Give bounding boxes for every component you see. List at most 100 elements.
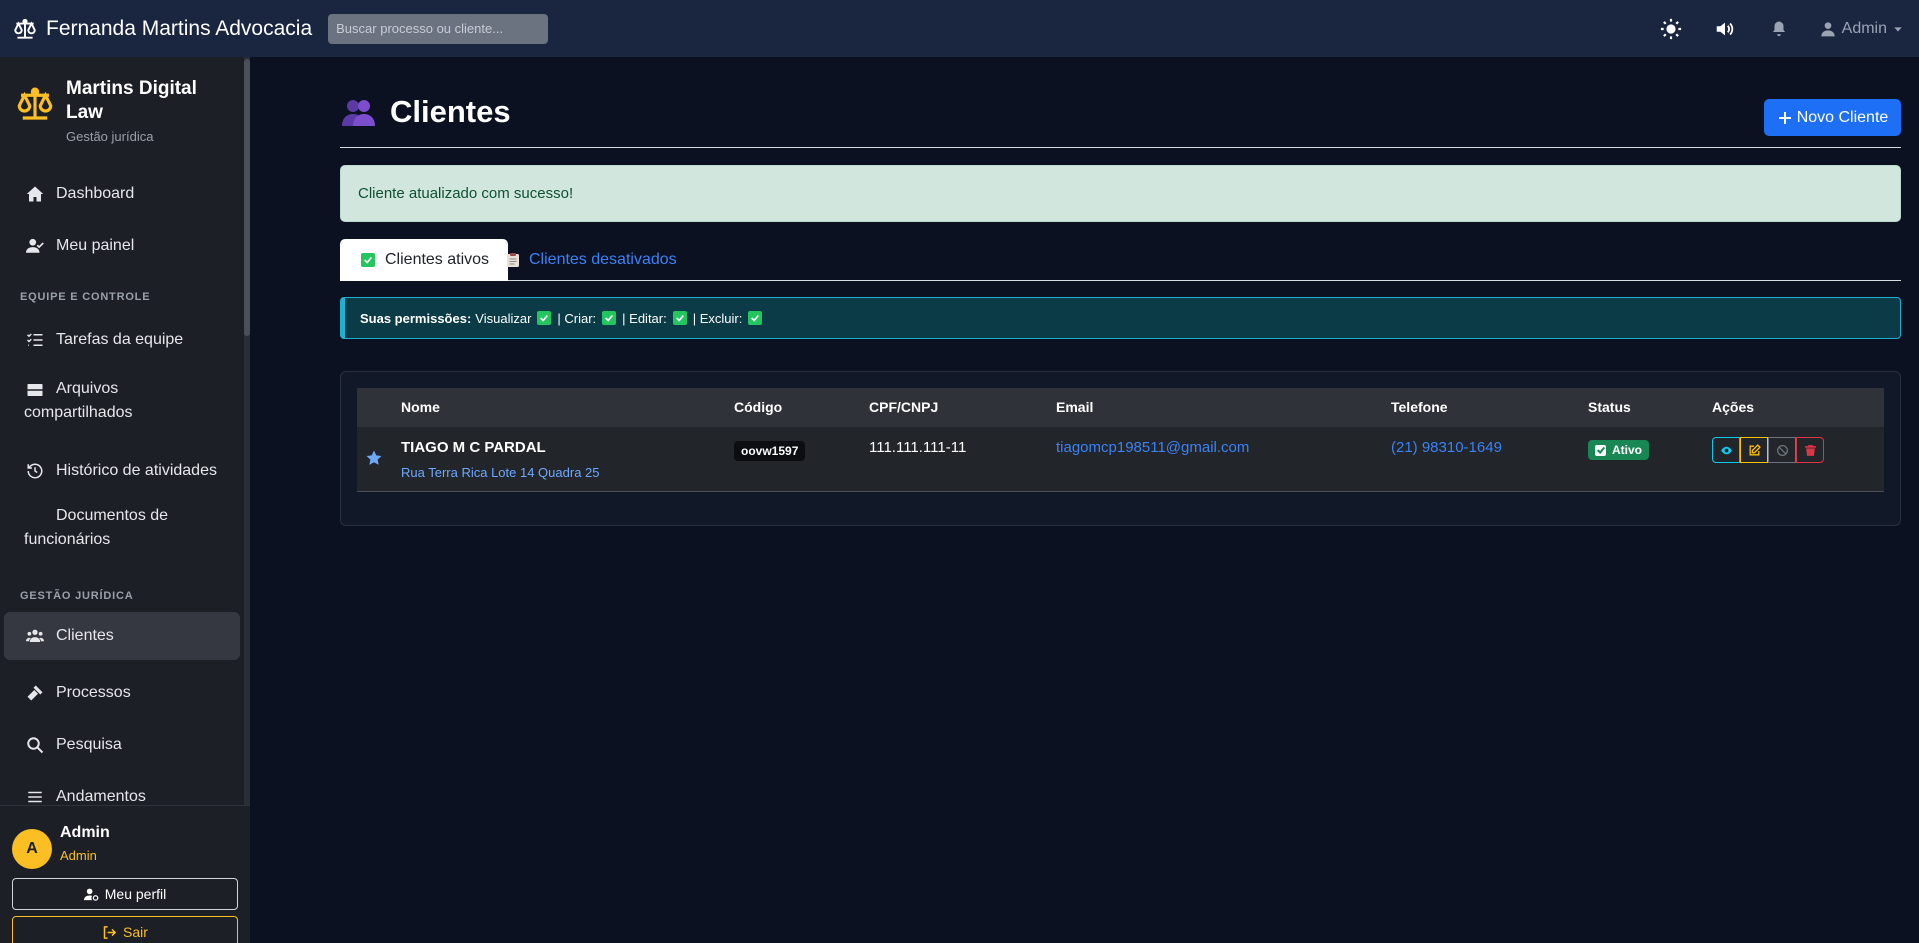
permission-delete-label: | Excluir: <box>692 310 743 326</box>
sidebar-brand: Martins Digital Law Gestão jurídica <box>14 77 216 144</box>
column-header-nome[interactable]: Nome <box>401 399 440 415</box>
app-brand-label: Fernanda Martins Advocacia <box>46 16 313 40</box>
delete-button[interactable] <box>1796 437 1824 463</box>
scale-icon <box>14 18 36 39</box>
bars-icon <box>24 787 46 807</box>
sidebar-item-label: Tarefas da equipe <box>56 331 184 348</box>
logout-icon <box>103 925 117 939</box>
profile-button[interactable]: Meu perfil <box>12 878 238 910</box>
search-input[interactable] <box>328 13 549 44</box>
view-button[interactable] <box>1712 437 1740 463</box>
success-alert: Cliente atualizado com sucesso! <box>340 165 1901 222</box>
client-cpf: 111.111.111-11 <box>869 439 967 456</box>
column-header-cpf[interactable]: CPF/CNPJ <box>869 399 938 415</box>
tab-clientes-ativos[interactable]: Clientes ativos <box>340 239 509 281</box>
bell-icon[interactable] <box>1766 16 1792 42</box>
permission-edit-label: | Editar: <box>622 310 667 326</box>
plus-icon <box>1778 111 1791 124</box>
search-icon <box>24 735 46 755</box>
user-check-icon <box>24 236 46 256</box>
admin-label: Admin <box>1841 19 1887 37</box>
check-box-icon <box>602 311 617 325</box>
check-box-icon <box>537 311 552 325</box>
gavel-icon <box>24 683 46 703</box>
page-title: Clientes <box>340 94 511 130</box>
sidebar-user-panel: A Admin Admin Meu perfil Sair <box>0 805 250 943</box>
tab-label: Clientes desativados <box>529 251 677 268</box>
scrollbar-thumb[interactable] <box>244 59 250 336</box>
client-phone-link[interactable]: (21) 98310-1649 <box>1391 439 1502 456</box>
people-icon <box>342 100 375 126</box>
status-label: Ativo <box>1612 443 1642 457</box>
sidebar-item-arquivos[interactable]: Arquivos compartilhados <box>4 377 240 437</box>
avatar[interactable]: A <box>12 829 52 869</box>
check-box-icon <box>361 253 375 267</box>
users-icon <box>24 626 46 646</box>
scale-icon <box>17 87 53 120</box>
column-header-telefone[interactable]: Telefone <box>1391 399 1448 415</box>
user-gear-icon <box>83 888 99 901</box>
user-name: Admin <box>60 824 110 841</box>
user-role: Admin <box>60 848 97 863</box>
sidebar-item-label: Pesquisa <box>56 736 122 753</box>
new-client-label: Novo Cliente <box>1796 108 1889 126</box>
clients-table: Nome Código CPF/CNPJ Email Telefone Stat… <box>357 388 1884 492</box>
sidebar-item-processos[interactable]: Processos <box>4 673 240 713</box>
logout-button[interactable]: Sair <box>12 916 238 943</box>
tab-clientes-desativados[interactable]: Clientes desativados <box>486 239 696 281</box>
volume-icon[interactable] <box>1712 16 1738 42</box>
permission-view-label: Visualizar <box>475 310 532 326</box>
table-row[interactable]: TIAGO M C PARDAL Rua Terra Rica Lote 14 … <box>357 427 1884 492</box>
deactivate-button[interactable] <box>1768 437 1796 463</box>
sidebar-brand-subtitle: Gestão jurídica <box>66 129 154 144</box>
sidebar-item-label: Dashboard <box>56 185 135 202</box>
theme-toggle-icon[interactable] <box>1658 16 1684 42</box>
column-header-email[interactable]: Email <box>1056 399 1093 415</box>
permissions-prefix: Suas permissões: <box>360 310 472 326</box>
client-address: Rua Terra Rica Lote 14 Quadra 25 <box>401 465 600 480</box>
sidebar-item-label: Documentos de funcionários <box>24 507 169 548</box>
history-icon <box>24 461 46 481</box>
sidebar-item-pesquisa[interactable]: Pesquisa <box>4 725 240 765</box>
sidebar-item-dashboard[interactable]: Dashboard <box>4 174 240 214</box>
section-label-equipe: EQUIPE E CONTROLE <box>20 291 151 303</box>
sidebar-item-label: Histórico de atividades <box>56 462 217 479</box>
list-check-icon <box>24 330 46 350</box>
check-box-icon <box>748 311 763 325</box>
success-alert-text: Cliente atualizado com sucesso! <box>358 185 574 202</box>
star-icon[interactable] <box>365 449 383 467</box>
table-header: Nome Código CPF/CNPJ Email Telefone Stat… <box>357 388 1884 427</box>
profile-button-label: Meu perfil <box>104 886 167 902</box>
new-client-button[interactable]: Novo Cliente <box>1764 99 1901 136</box>
sidebar-item-label: Clientes <box>56 627 114 644</box>
caret-down-icon <box>1894 26 1902 31</box>
client-tabs: Clientes ativos Clientes desativados <box>340 239 1901 281</box>
column-header-status[interactable]: Status <box>1588 399 1631 415</box>
ban-icon <box>1776 444 1788 456</box>
sidebar: Martins Digital Law Gestão jurídica Dash… <box>0 57 250 943</box>
sidebar-scrollbar[interactable] <box>244 57 250 862</box>
column-header-codigo[interactable]: Código <box>734 399 782 415</box>
client-name[interactable]: TIAGO M C PARDAL <box>401 439 546 456</box>
client-email-link[interactable]: tiagomcp198511@gmail.com <box>1056 439 1249 456</box>
sidebar-item-label: Processos <box>56 684 131 701</box>
clients-card: Nome Código CPF/CNPJ Email Telefone Stat… <box>340 371 1901 526</box>
check-box-icon <box>672 311 687 325</box>
sidebar-item-tarefas[interactable]: Tarefas da equipe <box>4 320 240 360</box>
row-actions <box>1712 437 1824 463</box>
home-icon <box>24 184 46 204</box>
app-brand[interactable]: Fernanda Martins Advocacia <box>12 16 312 42</box>
sidebar-item-meu-painel[interactable]: Meu painel <box>4 226 240 266</box>
admin-dropdown[interactable]: Admin <box>1820 20 1903 38</box>
sidebar-item-historico[interactable]: Histórico de atividades <box>4 451 240 491</box>
edit-button[interactable] <box>1740 437 1768 463</box>
status-badge: Ativo <box>1588 440 1649 460</box>
section-label-gestao: GESTÃO JURÍDICA <box>20 590 134 602</box>
sidebar-item-clientes[interactable]: Clientes <box>4 612 240 660</box>
trash-icon <box>1804 444 1816 456</box>
tab-label: Clientes ativos <box>385 251 490 268</box>
clipboard-icon <box>507 253 519 267</box>
logout-button-label: Sair <box>123 924 148 940</box>
sidebar-item-documentos[interactable]: Documentos de funcionários <box>4 504 240 564</box>
edit-icon <box>1749 443 1761 455</box>
